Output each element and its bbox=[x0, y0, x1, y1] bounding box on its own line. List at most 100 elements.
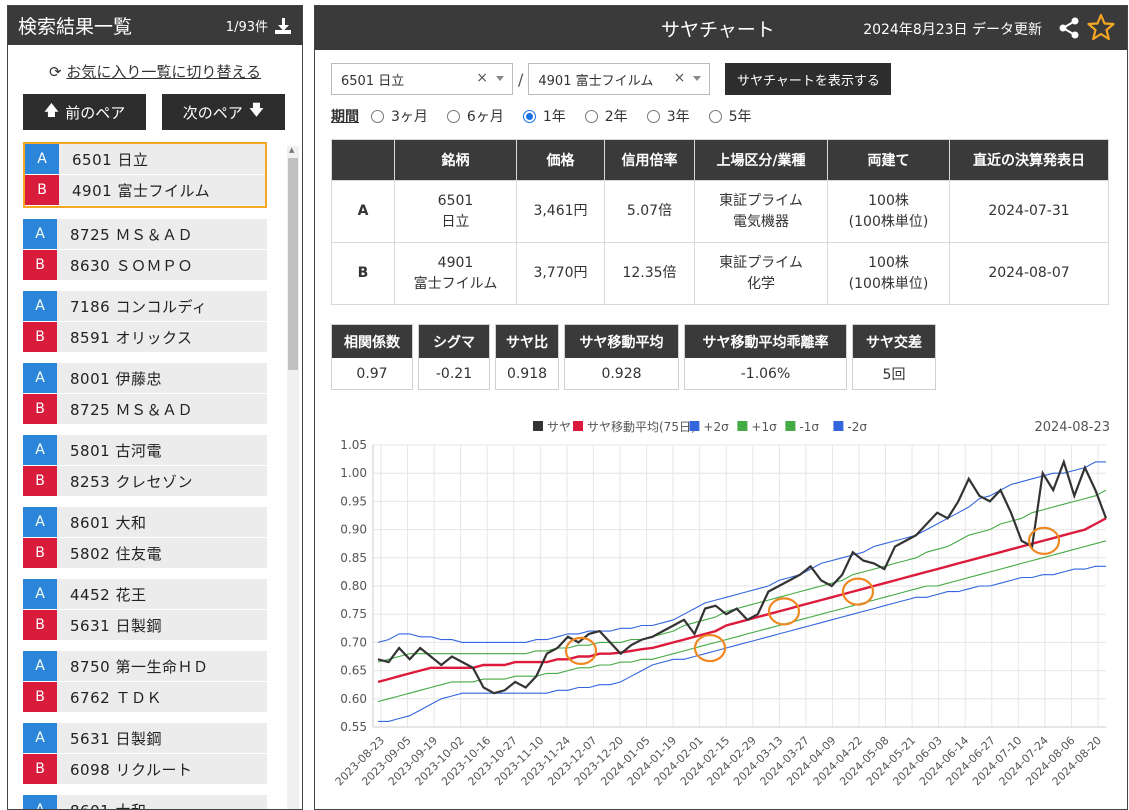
y-tick-label: 0.85 bbox=[340, 551, 367, 565]
table-cell: 100株 (100株単位) bbox=[827, 180, 950, 243]
panel-header: サヤチャート 2024年8月23日 データ更新 bbox=[315, 6, 1127, 50]
pair-item[interactable]: A 6501 日立 B 4901 富士フイルム bbox=[23, 142, 267, 208]
sidebar-scrollbar[interactable]: ▲ bbox=[287, 146, 299, 809]
y-tick-label: 0.55 bbox=[340, 720, 367, 734]
legend-swatch bbox=[689, 421, 700, 431]
pair-row-b[interactable]: B 8253 クレセゾン bbox=[23, 466, 267, 496]
table-cell: 100株 (100株単位) bbox=[827, 242, 950, 305]
scroll-up-icon[interactable]: ▲ bbox=[289, 146, 294, 154]
scrollbar-thumb[interactable] bbox=[288, 158, 298, 370]
pair-row-a[interactable]: A 8725 ＭＳ＆ＡＤ bbox=[23, 219, 267, 249]
radio-button[interactable] bbox=[646, 109, 660, 123]
pair-row-b[interactable]: B 4901 富士フイルム bbox=[25, 175, 265, 205]
period-option[interactable]: 3ヶ月 bbox=[371, 106, 428, 126]
badge-a: A bbox=[23, 795, 57, 809]
pair-row-a[interactable]: A8601 大和 bbox=[23, 795, 267, 809]
pair-item[interactable]: A8601 大和 bbox=[23, 795, 267, 809]
pair-item[interactable]: A 8601 大和 B 5802 住友電 bbox=[23, 507, 267, 568]
pair-row-a[interactable]: A 6501 日立 bbox=[25, 144, 265, 174]
pair-row-a[interactable]: A 7186 コンコルディ bbox=[23, 291, 267, 321]
pair-item[interactable]: A 7186 コンコルディ B 8591 オリックス bbox=[23, 291, 267, 352]
stat-label: サヤ交差 bbox=[853, 325, 935, 358]
pair-row-a[interactable]: A 8750 第一生命ＨＤ bbox=[23, 651, 267, 681]
pair-row-a[interactable]: A 5631 日製鋼 bbox=[23, 723, 267, 753]
radio-button[interactable] bbox=[446, 109, 460, 123]
stock-a-select[interactable]: 6501 日立 × bbox=[331, 63, 513, 95]
period-option[interactable]: 6ヶ月 bbox=[446, 106, 504, 126]
stat-box: シグマ -0.21 bbox=[418, 324, 490, 390]
pair-row-b[interactable]: B 8725 ＭＳ＆ＡＤ bbox=[23, 394, 267, 424]
clear-stock-b-icon[interactable]: × bbox=[674, 70, 686, 86]
badge-a: A bbox=[23, 291, 57, 321]
stock-name: 8253 クレセゾン bbox=[70, 472, 193, 491]
stat-label: サヤ比 bbox=[496, 325, 558, 358]
prev-pair-button[interactable]: 🡅 前のペア bbox=[23, 94, 146, 130]
stock-name: 8601 大和 bbox=[70, 513, 147, 532]
crossing-marker bbox=[767, 597, 801, 626]
cell-text: 富士フイルム bbox=[413, 275, 498, 292]
period-option-label: 3年 bbox=[666, 109, 690, 125]
chevron-down-icon[interactable] bbox=[693, 76, 702, 81]
column-header: 銘柄 bbox=[394, 139, 517, 181]
radio-button[interactable] bbox=[522, 109, 536, 123]
prev-pair-label: 前のペア bbox=[65, 103, 126, 122]
table-cell: A bbox=[331, 180, 395, 243]
update-date: 2024年8月23日 データ更新 bbox=[863, 22, 1042, 38]
pair-item[interactable]: A 5801 古河電 B 8253 クレセゾン bbox=[23, 435, 267, 496]
favorite-star-icon[interactable] bbox=[1087, 13, 1115, 41]
table-cell: B bbox=[331, 242, 395, 305]
table-row: B 4901 富士フイルム 3,770円 12.35倍 東証プライム 化学 100株 (100株… bbox=[331, 242, 1109, 305]
pair-row-b[interactable]: B 5631 日製鋼 bbox=[23, 610, 267, 640]
pair-row-a[interactable]: A 5801 古河電 bbox=[23, 435, 267, 465]
pair-row-b[interactable]: B 5802 住友電 bbox=[23, 538, 267, 568]
stock-name: 8001 伊藤忠 bbox=[70, 369, 162, 388]
period-option[interactable]: 5年 bbox=[708, 106, 752, 126]
share-icon[interactable] bbox=[1058, 17, 1080, 39]
favorites-toggle-link[interactable]: お気に入り一覧に切り替える bbox=[66, 63, 261, 81]
stat-box: サヤ比 0.918 bbox=[495, 324, 559, 390]
stock-name: 6762 ＴＤＫ bbox=[70, 688, 162, 707]
pair-item[interactable]: A 8750 第一生命ＨＤ B 6762 ＴＤＫ bbox=[23, 651, 267, 712]
cell-text: (100株単位) bbox=[848, 213, 929, 230]
pair-row-b[interactable]: B 8630 ＳＯＭＰＯ bbox=[23, 250, 267, 280]
radio-button[interactable] bbox=[708, 109, 722, 123]
clear-stock-a-icon[interactable]: × bbox=[476, 70, 488, 86]
period-option[interactable]: 2年 bbox=[584, 106, 628, 126]
pair-row-a[interactable]: A8601 大和 bbox=[23, 507, 267, 537]
pair-item[interactable]: A 8001 伊藤忠 B 8725 ＭＳ＆ＡＤ bbox=[23, 363, 267, 424]
y-tick-label: 0.90 bbox=[340, 523, 367, 537]
table-cell: 2024-08-07 bbox=[949, 242, 1109, 305]
pair-row-a[interactable]: A 4452 花王 bbox=[23, 579, 267, 609]
result-count: 1/93件 bbox=[226, 16, 292, 35]
pair-item[interactable]: A 5631 日製鋼 B 6098 リクルート bbox=[23, 723, 267, 784]
table-cell: 東証プライム 電気機器 bbox=[694, 180, 828, 243]
download-icon[interactable] bbox=[274, 17, 292, 35]
pair-row-a[interactable]: A 8001 伊藤忠 bbox=[23, 363, 267, 393]
table-cell: 12.35倍 bbox=[604, 242, 695, 305]
pair-row-b[interactable]: B 6762 ＴＤＫ bbox=[23, 682, 267, 712]
stat-value: 0.928 bbox=[601, 365, 642, 382]
favorites-toggle[interactable]: ⟳ お気に入り一覧に切り替える bbox=[8, 61, 302, 82]
radio-button[interactable] bbox=[371, 109, 384, 123]
refresh-icon: ⟳ bbox=[49, 63, 62, 81]
stock-b-select[interactable]: 4901 富士フイルム × bbox=[528, 63, 711, 95]
pair-item[interactable]: A 8725 ＭＳ＆ＡＤ B 8630 ＳＯＭＰＯ bbox=[23, 219, 267, 280]
next-pair-button[interactable]: 次のペア 🡇 bbox=[162, 94, 285, 130]
period-option[interactable]: 1年 bbox=[522, 106, 566, 126]
search-results-sidebar: 検索結果一覧 1/93件 ⟳ お気に入り一覧に切り替える 🡅 前のペア 次のペア… bbox=[7, 5, 303, 810]
chevron-down-icon[interactable] bbox=[496, 76, 504, 81]
pair-row-b[interactable]: B 8591 オリックス bbox=[23, 322, 267, 352]
column-header: 価格 bbox=[516, 139, 605, 181]
pair-item[interactable]: A 4452 花王 B 5631 日製鋼 bbox=[23, 579, 267, 640]
pair-row-b[interactable]: B 6098 リクルート bbox=[23, 754, 267, 784]
stock-name: 6501 日立 bbox=[72, 150, 149, 169]
period-option-label: 6ヶ月 bbox=[466, 109, 504, 125]
table-cell: 2024-07-31 bbox=[949, 180, 1109, 243]
period-option[interactable]: 3年 bbox=[646, 106, 690, 126]
radio-button[interactable] bbox=[584, 109, 598, 123]
show-chart-button[interactable]: サヤチャートを表示する bbox=[725, 63, 892, 95]
pair-controls: 6501 日立 × / 4901 富士フイルム × サヤチャートを表示する bbox=[331, 63, 892, 95]
cell-text: A bbox=[357, 203, 369, 219]
cell-text: 5.07倍 bbox=[626, 203, 673, 219]
y-tick-label: 0.75 bbox=[340, 607, 367, 621]
